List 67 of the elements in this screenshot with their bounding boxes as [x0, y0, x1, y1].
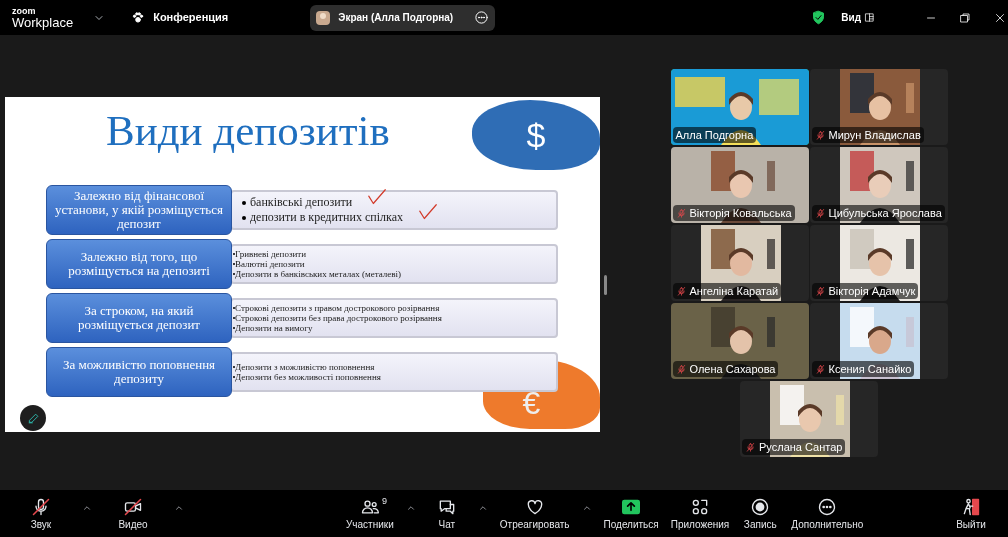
- category-box: За строком, на який розміщується депозит: [46, 293, 232, 343]
- list-item: Строкові депозити з правом дострокового розірвання: [235, 303, 440, 313]
- participant-name: Ксения Санайко: [828, 361, 912, 377]
- list-item: Валютні депозити: [235, 259, 305, 269]
- list-item: Гривневі депозити: [235, 249, 307, 259]
- participant-name: Мирун Владислав: [828, 127, 921, 143]
- panel-resize-handle[interactable]: [604, 275, 607, 295]
- list-item: Депозити з можливістю поповнення: [235, 362, 375, 372]
- share-title: Экран (Алла Подгорна): [338, 11, 454, 25]
- screen-share-pill[interactable]: Экран (Алла Подгорна): [310, 4, 496, 31]
- logo-text: zoom: [12, 6, 37, 16]
- toolbar-button[interactable]: Дополнительно: [785, 491, 870, 536]
- participant-count: 9: [381, 494, 387, 508]
- slide-title: Види депозитів: [106, 109, 390, 152]
- annotate-button[interactable]: [20, 405, 46, 431]
- toolbar-button[interactable]: Поделиться: [597, 491, 665, 536]
- participant-tile[interactable]: Ангеліна Каратай: [670, 225, 809, 301]
- participant-tile[interactable]: Руслана Сантар: [740, 381, 878, 457]
- toolbar-button[interactable]: Чат: [421, 491, 472, 536]
- exit-icon: [961, 496, 981, 517]
- participant-tile[interactable]: Олена Сахарова: [670, 303, 809, 379]
- participant-tile[interactable]: Ксения Санайко: [809, 303, 948, 379]
- participant-name: Алла Подгорна: [675, 127, 754, 143]
- participant-name: Олена Сахарова: [689, 361, 776, 377]
- restore-icon: [959, 11, 971, 24]
- participant-tile[interactable]: Цибульська Ярослава: [809, 147, 948, 223]
- toolbar-button[interactable]: Выйти: [946, 491, 996, 536]
- currency-symbol: $: [526, 114, 546, 156]
- list-item: депозити в кредитних спілках: [250, 210, 403, 225]
- participant-name: Руслана Сантар: [759, 439, 843, 455]
- bullet-icon: [242, 215, 246, 220]
- participant-name: Вікторія Ковальська: [689, 205, 792, 221]
- toolbar-button[interactable]: Запись: [735, 491, 786, 536]
- category-box: За можливістю поповнення депозиту: [46, 347, 232, 397]
- grid-view-icon: [864, 12, 875, 23]
- paw-icon: [131, 10, 146, 25]
- toolbar-button[interactable]: Звук: [16, 491, 66, 536]
- category-box: Залежно від фінансової установи, у якій розміщується депозит: [46, 185, 232, 235]
- list-item: Строкові депозити без права дострокового розірвання: [235, 313, 442, 323]
- list-item: Депозити на вимогу: [235, 323, 313, 333]
- bullet-icon: [242, 200, 246, 205]
- shield-icon: [811, 10, 827, 25]
- toolbar-button[interactable]: Видео: [108, 491, 158, 536]
- toolbar-button[interactable]: Приложения: [664, 491, 736, 536]
- list-item: Депозити без можливості поповнення: [235, 372, 381, 382]
- category-box: Залежно від того, що розміщується на депозиті: [46, 239, 232, 289]
- participant-tile[interactable]: Алла Подгорна: [670, 69, 809, 145]
- meeting-title[interactable]: Конференция: [153, 9, 229, 26]
- pencil-icon: [26, 411, 40, 425]
- record-icon: [750, 496, 771, 517]
- participant-tile[interactable]: Мирун Владислав: [809, 69, 948, 145]
- list-item: Депозити в банківських металах (металеві): [235, 269, 401, 279]
- participant-name: Ангеліна Каратай: [689, 283, 779, 299]
- more-icon: [474, 10, 490, 25]
- toolbar-button[interactable]: Отреагировать: [493, 491, 576, 536]
- more-icon: [817, 496, 838, 517]
- view-menu[interactable]: Вид: [841, 10, 861, 25]
- currency-symbol: €: [522, 384, 541, 423]
- logo-text: Workplace: [12, 15, 74, 29]
- toolbar-button[interactable]: 9 Участники: [340, 491, 400, 536]
- list-item: банківські депозити: [250, 195, 353, 210]
- close-icon: [994, 11, 1006, 24]
- participant-tile[interactable]: Вікторія Адамчук: [809, 225, 948, 301]
- participant-name: Цибульська Ярослава: [828, 205, 942, 221]
- avatar-icon: [316, 10, 331, 25]
- participant-tile[interactable]: Вікторія Ковальська: [670, 147, 809, 223]
- participant-name: Вікторія Адамчук: [828, 283, 916, 299]
